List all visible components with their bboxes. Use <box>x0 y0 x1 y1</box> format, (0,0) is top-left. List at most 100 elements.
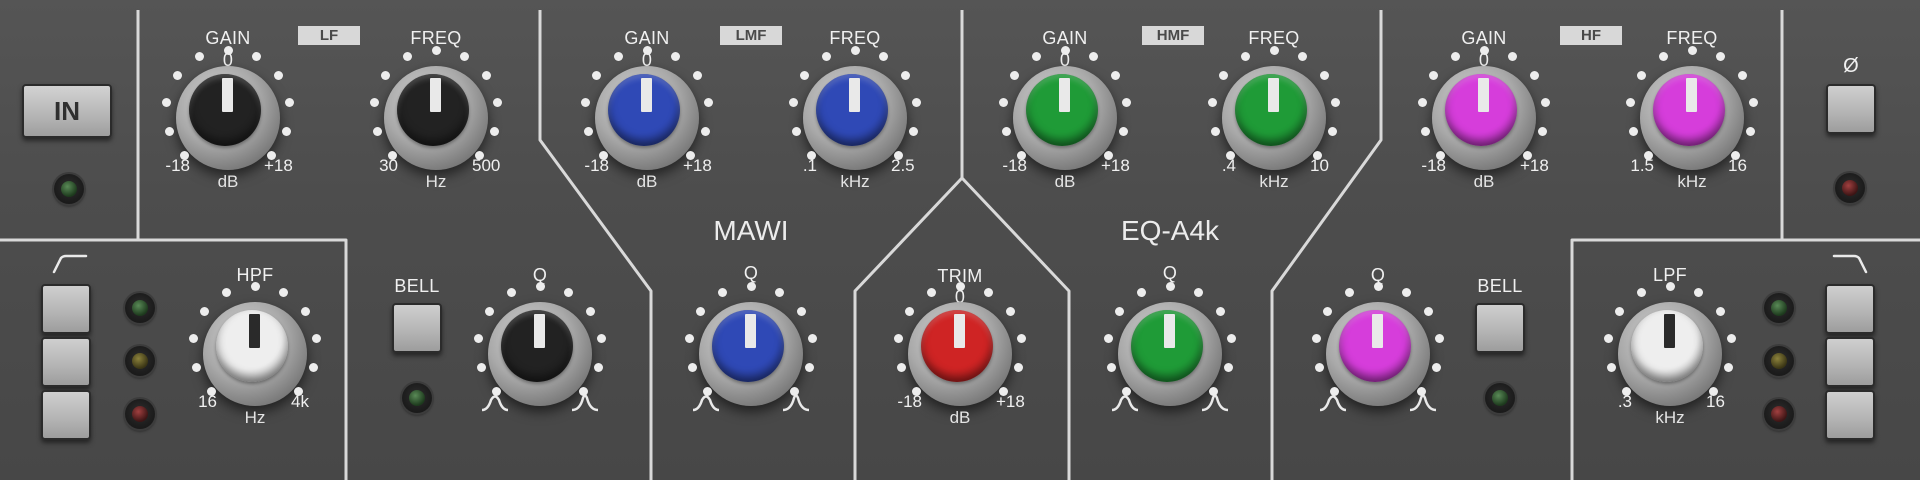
scale-dot <box>195 52 205 62</box>
hmf-freq-knob[interactable] <box>1222 66 1326 170</box>
scale-dot <box>1540 97 1550 107</box>
phase-button[interactable] <box>1826 84 1876 134</box>
scale-dot <box>1604 333 1614 343</box>
band-label-lf: LF <box>298 26 360 45</box>
knob-indicator <box>1686 78 1697 112</box>
scale-dot <box>822 52 832 62</box>
scale-dot <box>1106 362 1116 372</box>
lf-freq-knob[interactable] <box>384 66 488 170</box>
knob-indicator <box>534 314 545 348</box>
scale-dot <box>999 97 1009 107</box>
hpf-knob[interactable] <box>203 302 307 406</box>
hpf-slope-button-3[interactable] <box>41 390 91 440</box>
scale-dot <box>189 333 199 343</box>
scale-dot <box>403 52 413 62</box>
scale-dot <box>492 97 502 107</box>
hf-bell-button[interactable] <box>1475 303 1525 353</box>
scale-dot <box>1432 362 1442 372</box>
lpf-slope-button-2[interactable] <box>1825 337 1875 387</box>
scale-dot <box>222 288 232 298</box>
scale-dot <box>1016 151 1026 161</box>
lpf-knob[interactable] <box>1618 302 1722 406</box>
scale-dot <box>670 52 680 62</box>
scale-dot <box>581 97 591 107</box>
led-light <box>1842 180 1858 196</box>
scale-dot <box>251 52 261 62</box>
lf-bell-button[interactable] <box>392 303 442 353</box>
hf-q-knob[interactable] <box>1326 302 1430 406</box>
led-light <box>1771 406 1787 422</box>
lf-freq-unit: Hz <box>425 172 447 191</box>
in-button[interactable]: IN <box>22 84 112 138</box>
lmf-q-knob[interactable] <box>699 302 803 406</box>
scale-dot <box>911 97 921 107</box>
scale-dot <box>535 281 545 291</box>
led-light <box>1771 353 1787 369</box>
scale-dot <box>282 126 292 136</box>
scale-dot <box>894 333 904 343</box>
hpf-slope-button-2[interactable] <box>41 337 91 387</box>
scale-dot <box>1269 45 1279 55</box>
scale-dot <box>1420 126 1430 136</box>
lpf-slope-button-1[interactable] <box>1825 284 1875 334</box>
lpf-led-yellow <box>1764 346 1794 376</box>
scale-dot <box>1606 362 1616 372</box>
scale-dot <box>1401 288 1411 298</box>
scale-dot <box>1241 52 1251 62</box>
scale-dot <box>1329 387 1339 397</box>
band-label-hf: HF <box>1560 26 1622 45</box>
scale-dot <box>1529 71 1539 81</box>
scale-dot <box>1737 71 1747 81</box>
lmf-gain-knob[interactable] <box>595 66 699 170</box>
lmf-freq-knob[interactable] <box>803 66 907 170</box>
scale-dot <box>300 307 310 317</box>
hpf-led-yellow <box>125 346 155 376</box>
scale-dot <box>1621 387 1631 397</box>
scale-dot <box>955 281 965 291</box>
scale-dot <box>191 362 201 372</box>
scale-dot <box>1215 307 1225 317</box>
scale-dot <box>927 288 937 298</box>
hpf-slope-button-1[interactable] <box>41 284 91 334</box>
lf-gain-knob[interactable] <box>176 66 280 170</box>
scale-dot <box>309 362 319 372</box>
scale-dot <box>1297 52 1307 62</box>
hmf-gain-knob[interactable] <box>1013 66 1117 170</box>
scale-dot <box>1121 97 1131 107</box>
scale-dot <box>1032 52 1042 62</box>
led-light <box>61 181 77 197</box>
scale-dot <box>490 126 500 136</box>
scale-dot <box>805 362 815 372</box>
hf-freq-knob[interactable] <box>1640 66 1744 170</box>
scale-dot <box>459 52 469 62</box>
hpf-slope-icon <box>52 254 88 274</box>
hf-gain-knob[interactable] <box>1432 66 1536 170</box>
scale-dot <box>164 126 174 136</box>
scale-dot <box>1637 288 1647 298</box>
led-light <box>1492 390 1508 406</box>
trim-knob[interactable] <box>908 302 1012 406</box>
lpf-led-green <box>1764 293 1794 323</box>
scale-dot <box>206 387 216 397</box>
scale-dot <box>1715 52 1725 62</box>
scale-dot <box>284 97 294 107</box>
lpf-slope-button-3[interactable] <box>1825 390 1875 440</box>
scale-dot <box>507 288 517 298</box>
hmf-q-knob[interactable] <box>1118 302 1222 406</box>
scale-dot <box>685 333 695 343</box>
eq-panel: IN LF LMF HMF HF GAIN 0 -18 +18 dB FREQ … <box>0 0 1920 480</box>
scale-dot <box>162 97 172 107</box>
scale-dot <box>1715 307 1725 317</box>
scale-dot <box>1345 288 1355 298</box>
scale-dot <box>563 288 573 298</box>
lf-q-knob[interactable] <box>488 302 592 406</box>
scale-dot <box>1208 97 1218 107</box>
scale-dot <box>1451 52 1461 62</box>
knob-indicator <box>1478 78 1489 112</box>
band-label-hmf: HMF <box>1142 26 1204 45</box>
led-light <box>132 406 148 422</box>
scale-dot <box>1088 52 1098 62</box>
hpf-led-green <box>125 293 155 323</box>
scale-dot <box>1423 307 1433 317</box>
scale-dot <box>585 307 595 317</box>
